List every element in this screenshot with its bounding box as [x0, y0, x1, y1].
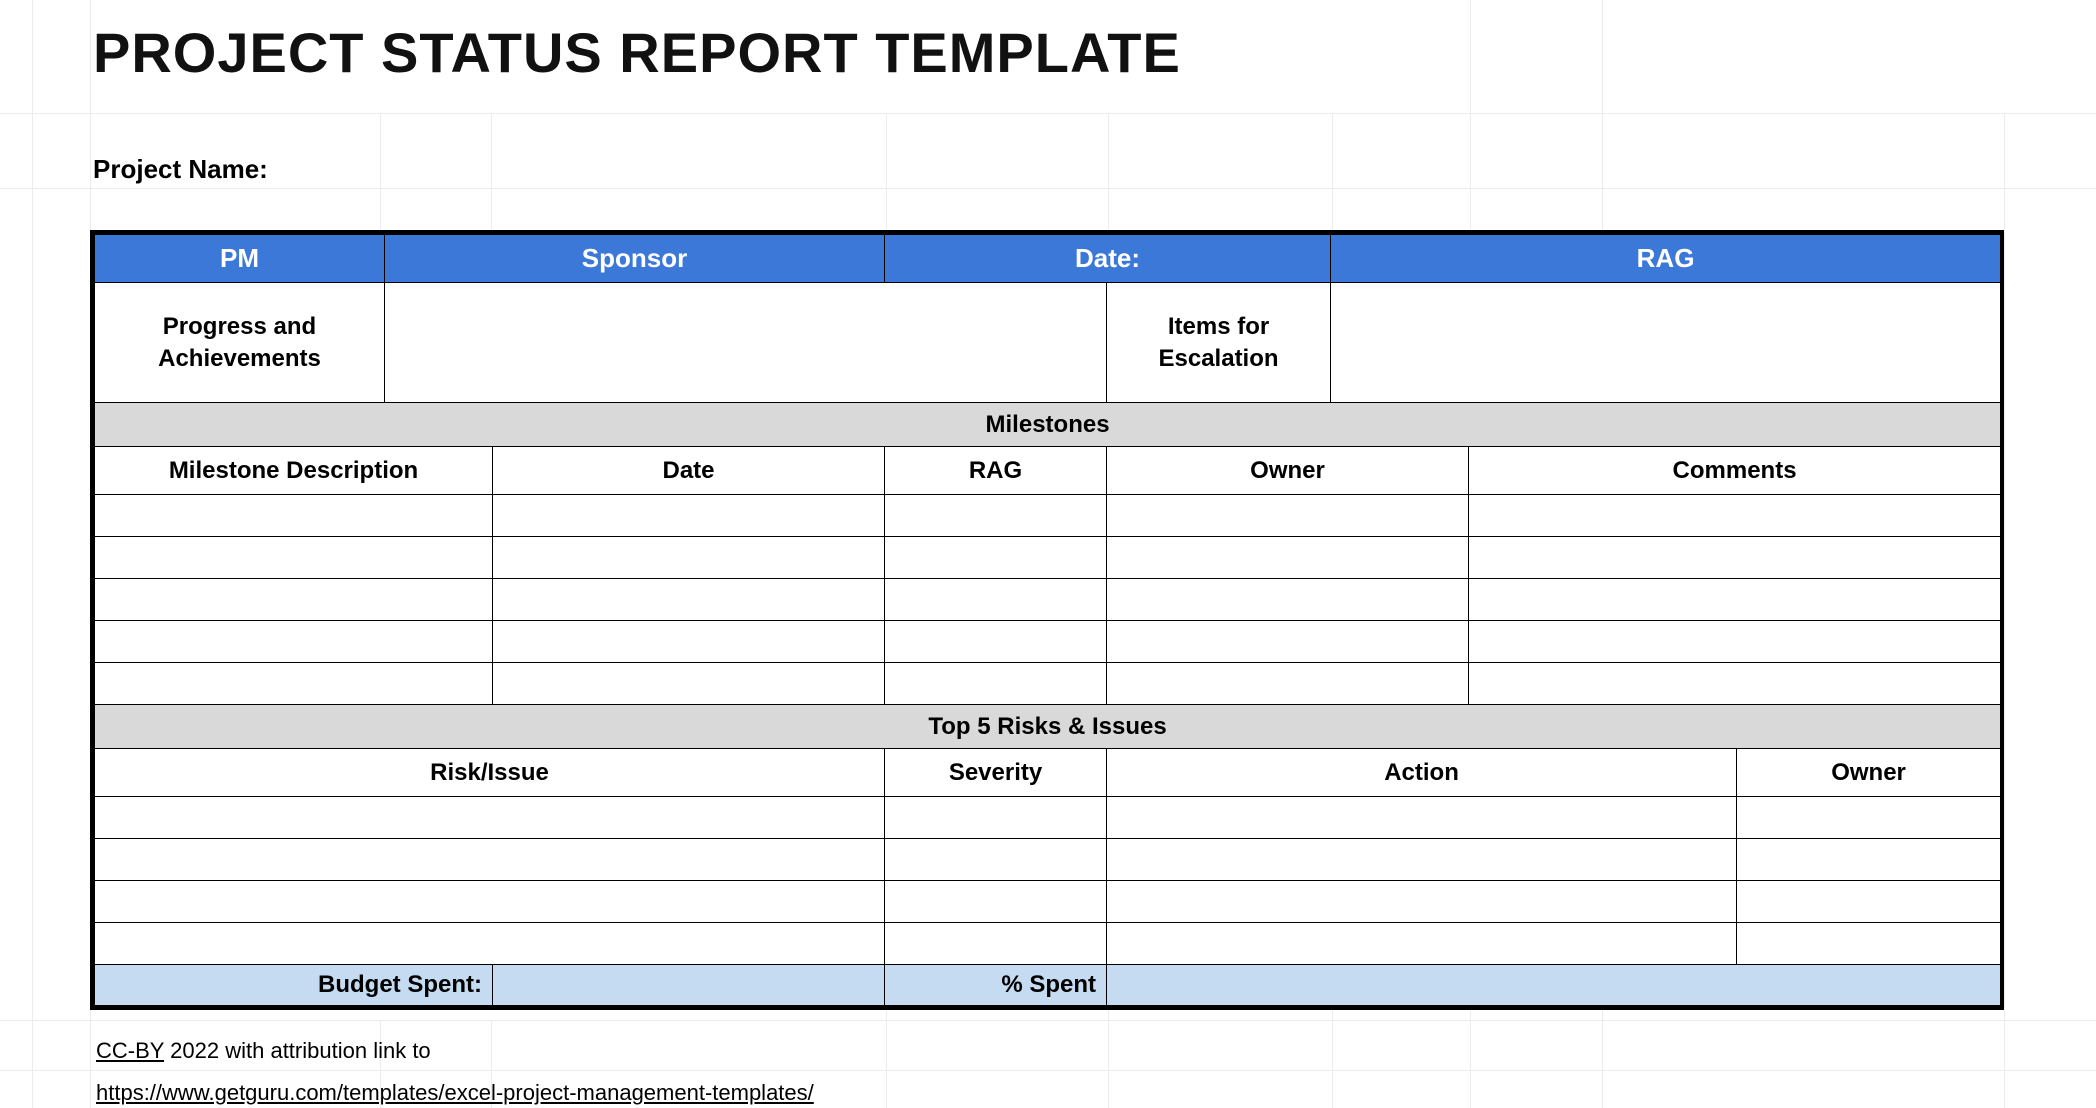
risk-cell[interactable] — [885, 881, 1107, 923]
milestone-cell[interactable] — [95, 621, 493, 663]
budget-row: Budget Spent: % Spent — [95, 965, 2001, 1006]
risk-cell[interactable] — [885, 839, 1107, 881]
risk-cell[interactable] — [95, 923, 885, 965]
risk-cell[interactable] — [1107, 881, 1737, 923]
milestone-cell[interactable] — [885, 495, 1107, 537]
milestone-cell[interactable] — [95, 579, 493, 621]
milestone-cell[interactable] — [1107, 537, 1469, 579]
milestones-header-date: Date — [493, 447, 885, 495]
milestone-cell[interactable] — [493, 495, 885, 537]
risk-cell[interactable] — [1737, 839, 2001, 881]
status-table: PM Sponsor Date: RAG Progress and Achiev… — [90, 230, 2004, 1010]
milestone-cell[interactable] — [493, 663, 885, 705]
risk-cell[interactable] — [885, 797, 1107, 839]
items-escalation-input[interactable] — [1331, 283, 2001, 403]
risk-cell[interactable] — [1737, 923, 2001, 965]
milestone-cell[interactable] — [1107, 579, 1469, 621]
milestones-section-header: Milestones — [95, 403, 2001, 447]
header-date[interactable]: Date: — [885, 235, 1331, 283]
risk-cell[interactable] — [1107, 797, 1737, 839]
risks-column-headers: Risk/Issue Severity Action Owner — [95, 749, 2001, 797]
milestone-row — [95, 537, 2001, 579]
milestone-cell[interactable] — [885, 663, 1107, 705]
risks-header-owner: Owner — [1737, 749, 2001, 797]
milestone-cell[interactable] — [1107, 663, 1469, 705]
milestone-cell[interactable] — [1469, 537, 2001, 579]
milestone-cell[interactable] — [95, 537, 493, 579]
risks-section-header: Top 5 Risks & Issues — [95, 705, 2001, 749]
budget-spent-label: Budget Spent: — [95, 965, 493, 1006]
milestone-cell[interactable] — [1107, 495, 1469, 537]
progress-achievements-label: Progress and Achievements — [95, 283, 385, 403]
milestones-header-owner: Owner — [1107, 447, 1469, 495]
percent-spent-input[interactable] — [1107, 965, 2001, 1006]
milestone-cell[interactable] — [95, 663, 493, 705]
risks-header-severity: Severity — [885, 749, 1107, 797]
percent-spent-label: % Spent — [885, 965, 1107, 1006]
milestones-column-headers: Milestone Description Date RAG Owner Com… — [95, 447, 2001, 495]
ccby-link[interactable]: CC-BY — [96, 1038, 164, 1063]
risk-row — [95, 839, 2001, 881]
milestone-cell[interactable] — [1469, 663, 2001, 705]
risk-cell[interactable] — [1107, 839, 1737, 881]
risk-cell[interactable] — [1737, 881, 2001, 923]
progress-escalation-row: Progress and Achievements Items for Esca… — [95, 283, 2001, 403]
milestone-row — [95, 579, 2001, 621]
milestone-cell[interactable] — [493, 537, 885, 579]
spreadsheet-canvas: PROJECT STATUS REPORT TEMPLATE Project N… — [0, 0, 2096, 1108]
milestone-cell[interactable] — [95, 495, 493, 537]
budget-spent-input[interactable] — [493, 965, 885, 1006]
milestone-cell[interactable] — [885, 621, 1107, 663]
header-rag[interactable]: RAG — [1331, 235, 2001, 283]
risks-header-action: Action — [1107, 749, 1737, 797]
risk-cell[interactable] — [1737, 797, 2001, 839]
items-escalation-label: Items for Escalation — [1107, 283, 1331, 403]
risk-row — [95, 797, 2001, 839]
header-pm[interactable]: PM — [95, 235, 385, 283]
risk-cell[interactable] — [1107, 923, 1737, 965]
risks-header-risk-issue: Risk/Issue — [95, 749, 885, 797]
milestones-header-comments: Comments — [1469, 447, 2001, 495]
risk-cell[interactable] — [95, 881, 885, 923]
milestone-row — [95, 663, 2001, 705]
progress-achievements-input[interactable] — [385, 283, 1107, 403]
risk-cell[interactable] — [885, 923, 1107, 965]
risk-row — [95, 881, 2001, 923]
milestone-row — [95, 495, 2001, 537]
header-sponsor[interactable]: Sponsor — [385, 235, 885, 283]
milestone-cell[interactable] — [493, 579, 885, 621]
milestone-cell[interactable] — [1469, 579, 2001, 621]
risk-cell[interactable] — [95, 797, 885, 839]
milestone-row — [95, 621, 2001, 663]
milestone-cell[interactable] — [885, 537, 1107, 579]
milestones-header-rag: RAG — [885, 447, 1107, 495]
project-name-label: Project Name: — [93, 154, 268, 185]
milestone-cell[interactable] — [493, 621, 885, 663]
milestones-header-description: Milestone Description — [95, 447, 493, 495]
page-title: PROJECT STATUS REPORT TEMPLATE — [93, 20, 1181, 85]
header-row: PM Sponsor Date: RAG — [95, 235, 2001, 283]
milestone-cell[interactable] — [1107, 621, 1469, 663]
milestone-cell[interactable] — [1469, 621, 2001, 663]
risk-cell[interactable] — [95, 839, 885, 881]
risk-row — [95, 923, 2001, 965]
milestone-cell[interactable] — [885, 579, 1107, 621]
attribution-link[interactable]: https://www.getguru.com/templates/excel-… — [96, 1080, 814, 1106]
attribution-line-1: CC-BY 2022 with attribution link to — [96, 1038, 431, 1064]
milestone-cell[interactable] — [1469, 495, 2001, 537]
